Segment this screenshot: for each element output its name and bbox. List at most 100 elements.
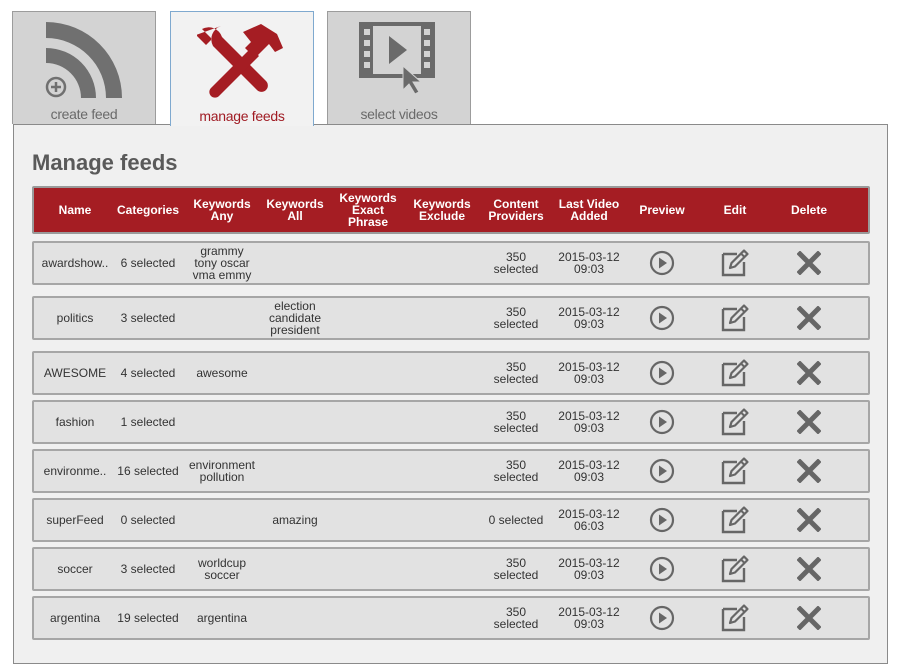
feed-keywords-any: awesome (196, 366, 248, 380)
delete-button[interactable] (789, 549, 829, 589)
edit-icon (720, 248, 750, 278)
edit-button[interactable] (715, 598, 755, 638)
tab-label: manage feeds (199, 108, 285, 124)
feed-keywords-all (255, 243, 335, 283)
delete-button[interactable] (789, 298, 829, 338)
tab-select-videos[interactable]: select videos (327, 11, 471, 124)
table-row: environme.. 16 selected environment pollut… (32, 449, 870, 493)
table-row: awardshow.. 6 selected grammy tony oscar v… (32, 241, 870, 285)
feed-content-providers: 0 selected (488, 513, 544, 527)
column-header-last-video-added: Last Video Added (558, 197, 620, 223)
column-header-name: Name (58, 203, 92, 217)
delete-button[interactable] (789, 598, 829, 638)
feed-content-providers: 350 selected (493, 458, 539, 484)
feed-name: fashion (55, 415, 95, 429)
table-row: AWESOME 4 selected awesome 350 selected 2015… (32, 351, 870, 395)
feed-keywords-all (255, 402, 335, 442)
feed-keywords-exclude (402, 402, 482, 442)
delete-button[interactable] (789, 500, 829, 540)
film-cursor-icon (357, 20, 441, 105)
delete-button[interactable] (789, 451, 829, 491)
feed-name: environme.. (43, 464, 107, 478)
feed-keywords-all (255, 549, 335, 589)
feed-keywords-any (181, 402, 263, 442)
edit-icon (720, 505, 750, 535)
feed-keywords-exact (328, 353, 408, 393)
preview-button[interactable] (642, 298, 682, 338)
feed-keywords-exclude (402, 298, 482, 338)
column-header-preview: Preview (639, 203, 685, 217)
edit-button[interactable] (715, 500, 755, 540)
column-header-keywords-exclude: Keywords Exclude (413, 197, 471, 223)
feed-categories: 6 selected (120, 256, 176, 270)
edit-button[interactable] (715, 451, 755, 491)
tab-label: create feed (50, 106, 118, 122)
feed-last-video-added: 2015-03-12 09:03 (558, 305, 620, 331)
delete-button[interactable] (789, 243, 829, 283)
edit-button[interactable] (715, 298, 755, 338)
tab-create-feed[interactable]: create feed (12, 11, 156, 124)
feed-name: soccer (57, 562, 93, 576)
edit-button[interactable] (715, 402, 755, 442)
rss-plus-icon (44, 20, 124, 105)
delete-button[interactable] (789, 402, 829, 442)
feed-keywords-exact (328, 451, 408, 491)
feed-keywords-exact (328, 500, 408, 540)
play-circle-icon (649, 556, 675, 582)
preview-button[interactable] (642, 451, 682, 491)
feed-name: argentina (49, 611, 101, 625)
delete-x-icon (797, 606, 821, 630)
play-circle-icon (649, 305, 675, 331)
play-circle-icon (649, 409, 675, 435)
preview-button[interactable] (642, 353, 682, 393)
feed-keywords-exact (328, 549, 408, 589)
feed-categories: 19 selected (117, 611, 179, 625)
feed-last-video-added: 2015-03-12 06:03 (558, 507, 620, 533)
column-header-edit: Edit (723, 203, 747, 217)
feed-content-providers: 350 selected (493, 409, 539, 435)
edit-button[interactable] (715, 353, 755, 393)
delete-button[interactable] (789, 353, 829, 393)
delete-x-icon (797, 251, 821, 275)
feed-keywords-exclude (402, 451, 482, 491)
feed-categories: 4 selected (120, 366, 176, 380)
feed-keywords-exclude (402, 500, 482, 540)
column-header-keywords-all: Keywords All (266, 197, 324, 223)
feed-keywords-exact (328, 243, 408, 283)
preview-button[interactable] (642, 500, 682, 540)
delete-x-icon (797, 410, 821, 434)
feed-content-providers: 350 selected (493, 250, 539, 276)
feed-keywords-any: grammy tony oscar vma emmy (192, 244, 252, 282)
feed-categories: 1 selected (120, 415, 176, 429)
column-header-delete: Delete (790, 203, 828, 217)
delete-x-icon (797, 306, 821, 330)
preview-button[interactable] (642, 243, 682, 283)
table-row: argentina 19 selected argentina 350 selecte… (32, 596, 870, 640)
tools-icon (196, 20, 287, 105)
feed-name: superFeed (46, 513, 104, 527)
column-header-content-providers: Content Providers (488, 197, 544, 223)
feed-categories: 16 selected (117, 464, 179, 478)
feed-content-providers: 350 selected (493, 556, 539, 582)
edit-icon (720, 303, 750, 333)
preview-button[interactable] (642, 598, 682, 638)
edit-icon (720, 456, 750, 486)
page-title: Manage feeds (32, 150, 178, 175)
feed-content-providers: 350 selected (493, 605, 539, 631)
table-header: Name Categories Keywords Any Keywords All Ke… (32, 186, 870, 234)
feed-keywords-exclude (402, 549, 482, 589)
feed-keywords-all: amazing (272, 513, 318, 527)
tab-manage-feeds[interactable]: manage feeds (170, 11, 314, 126)
feed-keywords-any (181, 500, 263, 540)
feed-categories: 3 selected (120, 562, 176, 576)
feed-keywords-any: argentina (196, 611, 248, 625)
preview-button[interactable] (642, 402, 682, 442)
feed-keywords-any: worldcup soccer (197, 556, 247, 582)
feed-last-video-added: 2015-03-12 09:03 (558, 458, 620, 484)
edit-button[interactable] (715, 243, 755, 283)
feed-keywords-all (255, 598, 335, 638)
feed-categories: 3 selected (120, 311, 176, 325)
edit-icon (720, 407, 750, 437)
preview-button[interactable] (642, 549, 682, 589)
edit-button[interactable] (715, 549, 755, 589)
